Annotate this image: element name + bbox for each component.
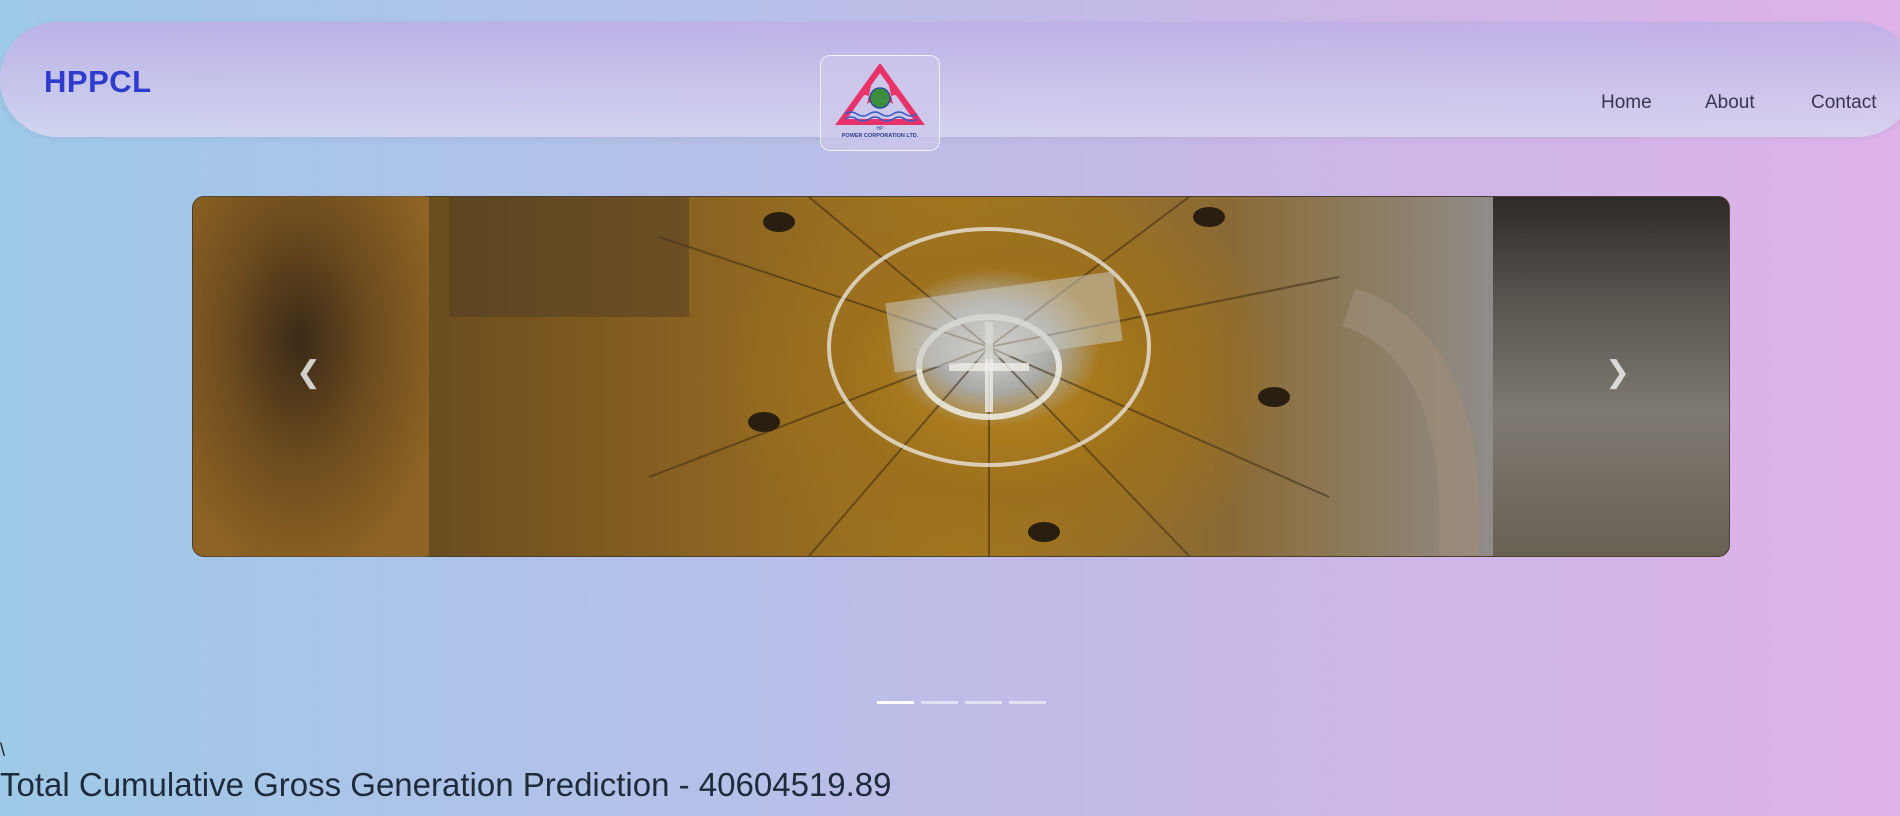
logo-caption: POWER CORPORATION LTD. xyxy=(842,133,919,139)
carousel-indicator-3[interactable] xyxy=(965,701,1002,704)
carousel-indicators xyxy=(877,701,1046,704)
brand-name[interactable]: HPPCL xyxy=(44,64,152,100)
carousel-indicator-4[interactable] xyxy=(1009,701,1046,704)
chevron-left-icon[interactable]: ❮ xyxy=(296,355,321,390)
nav-about-link[interactable]: About xyxy=(1705,92,1755,114)
hppcl-logo-icon: HP POWER CORPORATION LTD. xyxy=(835,64,925,139)
top-navbar: HPPCL HP POWER CORPORATION LTD. Home Abo… xyxy=(0,22,1900,151)
company-logo[interactable]: HP POWER CORPORATION LTD. xyxy=(820,55,940,151)
stray-backslash-text: \ xyxy=(0,740,6,760)
logo-caption-top: HP xyxy=(877,126,885,132)
prediction-heading: Total Cumulative Gross Generation Predic… xyxy=(0,766,892,803)
carousel-indicator-1[interactable] xyxy=(877,701,914,704)
nav-home-link[interactable]: Home xyxy=(1601,92,1652,114)
carousel-slide-image xyxy=(429,197,1493,556)
turbine-illustration xyxy=(449,197,1480,556)
nav-contact-link[interactable]: Contact xyxy=(1811,92,1876,114)
image-carousel[interactable]: ❮ ❯ xyxy=(192,196,1730,557)
carousel-indicator-2[interactable] xyxy=(921,701,958,704)
chevron-right-icon[interactable]: ❯ xyxy=(1605,355,1630,390)
